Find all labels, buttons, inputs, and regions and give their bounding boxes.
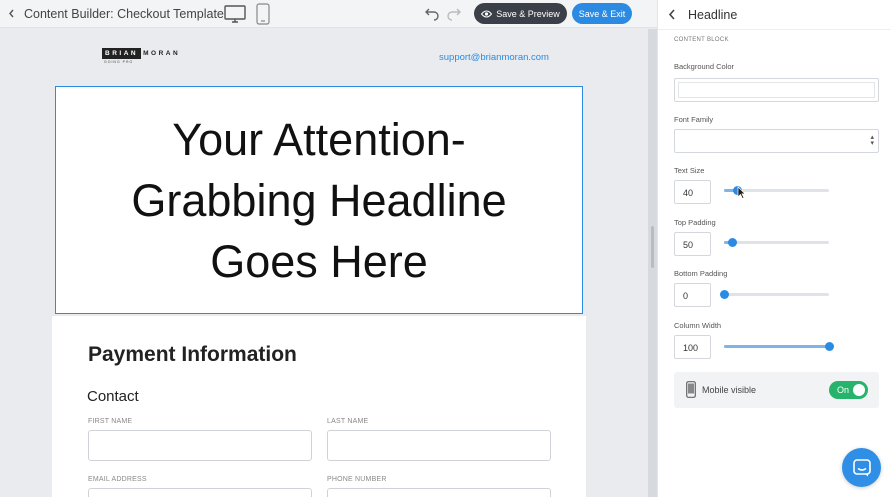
- first-name-label: FIRST NAME: [88, 418, 133, 425]
- first-name-input[interactable]: [88, 430, 312, 461]
- desktop-view-icon[interactable]: [224, 5, 246, 24]
- column-width-slider[interactable]: [724, 342, 834, 351]
- phone-label: PHONE NUMBER: [327, 476, 387, 483]
- resize-handle[interactable]: [651, 226, 654, 268]
- mobile-visible-toggle[interactable]: On: [829, 381, 868, 399]
- top-padding-slider[interactable]: [724, 238, 829, 247]
- slider-thumb[interactable]: [728, 238, 738, 247]
- email-label: EMAIL ADDRESS: [88, 476, 147, 483]
- page-title: Content Builder: Checkout Template: [24, 6, 224, 21]
- text-size-slider[interactable]: [724, 186, 829, 195]
- logo-brand-box: BRIAN: [102, 48, 142, 59]
- bottom-padding-slider[interactable]: [720, 290, 829, 299]
- slider-fill: [724, 345, 829, 348]
- mobile-view-icon[interactable]: [256, 3, 270, 25]
- email-input[interactable]: [88, 488, 312, 497]
- panel-back-button[interactable]: [668, 7, 688, 23]
- text-size-label: Text Size: [674, 166, 705, 175]
- mobile-visible-row: Mobile visible On: [674, 372, 879, 408]
- top-padding-input[interactable]: 50: [674, 232, 711, 256]
- save-preview-label: Save & Preview: [496, 8, 560, 19]
- eye-icon: [481, 10, 493, 17]
- brand-logo: BRIAN MORAN: [102, 48, 180, 59]
- chevron-left-icon: [8, 9, 14, 18]
- chevron-left-icon: [668, 8, 675, 20]
- column-width-input[interactable]: 100: [674, 335, 711, 359]
- select-arrows-icon: ▴ ▾: [870, 134, 874, 147]
- top-padding-label: Top Padding: [674, 218, 716, 227]
- settings-panel: Headline CONTENT BLOCK Background Color …: [657, 0, 891, 497]
- logo-brand-rest: MORAN: [143, 50, 181, 57]
- chat-support-button[interactable]: [842, 448, 881, 487]
- last-name-input[interactable]: [327, 430, 551, 461]
- contact-heading: Contact: [87, 388, 139, 405]
- phone-input[interactable]: [327, 488, 551, 497]
- payment-form-card: Payment Information Contact FIRST NAME L…: [52, 316, 586, 497]
- redo-icon[interactable]: [446, 5, 462, 21]
- back-button[interactable]: [0, 0, 22, 28]
- save-exit-button[interactable]: Save & Exit: [572, 3, 632, 24]
- font-family-select[interactable]: ▴ ▾: [674, 129, 879, 153]
- column-width-label: Column Width: [674, 321, 722, 330]
- phone-icon: [686, 381, 696, 398]
- section-label: CONTENT BLOCK: [674, 37, 729, 43]
- support-email-link[interactable]: support@brianmoran.com: [439, 52, 549, 63]
- slider-thumb[interactable]: [825, 342, 834, 351]
- background-color-input[interactable]: [674, 78, 879, 102]
- form-title: Payment Information: [88, 343, 297, 366]
- bottom-padding-input[interactable]: 0: [674, 283, 711, 307]
- chat-icon: [852, 458, 871, 476]
- panel-header: Headline: [658, 0, 891, 30]
- toggle-knob: [853, 384, 865, 396]
- logo-subtitle: GOING PRO: [104, 60, 134, 64]
- undo-icon[interactable]: [424, 5, 440, 21]
- toggle-label: On: [837, 385, 850, 395]
- headline-text: Your Attention-Grabbing Headline Goes He…: [131, 113, 507, 287]
- panel-title: Headline: [688, 7, 738, 22]
- font-family-label: Font Family: [674, 115, 714, 124]
- slider-thumb[interactable]: [732, 186, 742, 195]
- headline-block[interactable]: Your Attention-Grabbing Headline Goes He…: [55, 86, 583, 314]
- background-color-label: Background Color: [674, 62, 735, 71]
- bottom-padding-label: Bottom Padding: [674, 269, 728, 278]
- save-preview-button[interactable]: Save & Preview: [474, 3, 567, 24]
- text-size-input[interactable]: 40: [674, 180, 711, 204]
- slider-thumb[interactable]: [720, 290, 729, 299]
- mobile-visible-label: Mobile visible: [702, 385, 757, 395]
- last-name-label: LAST NAME: [327, 418, 369, 425]
- color-swatch: [678, 82, 875, 98]
